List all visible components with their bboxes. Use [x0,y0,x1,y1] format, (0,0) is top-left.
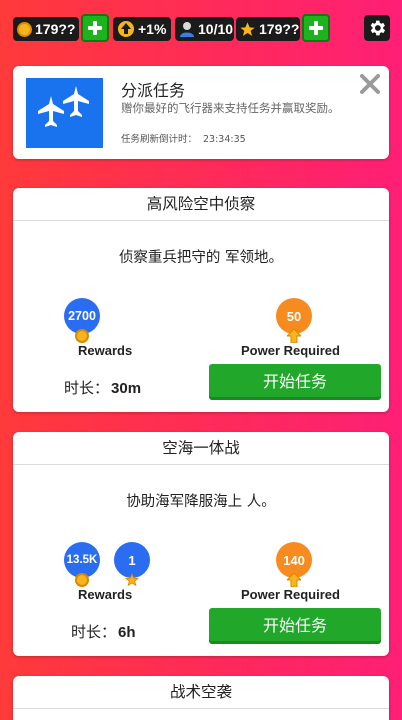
rewards-label: Rewards [78,343,133,358]
duration: 时长： 6h [71,621,136,642]
star-icon [125,573,139,587]
refresh-timer: 任务刷新倒计时： 23:34:35 [121,131,246,145]
stars-value: 179?? [259,21,300,37]
mission-description: 协助海军降服海上 人。 [126,494,276,510]
coin-icon [75,329,89,343]
stars-counter: 179?? [236,17,300,41]
duration-value: 6h [118,624,136,641]
top-resource-bar: 179?? +1% 10/10 179?? [0,0,402,50]
coin-icon [17,21,32,37]
star-icon [240,21,255,36]
mission-card: 高风险空中侦察 侦察重兵把守的 军领地。 2700 Rewards 50 Pow… [13,188,389,412]
coin-icon [75,573,89,587]
power-arrow-icon [287,329,301,343]
mission-card: 战术空袭 [13,676,389,720]
duration-label: 时长： [64,379,110,397]
add-coins-button[interactable] [81,14,109,42]
power-up-icon [118,21,134,37]
jets-thumbnail [26,78,103,148]
add-stars-button[interactable] [302,14,330,42]
mission-description: 侦察重兵把守的 军领地。 [118,250,284,266]
coins-value: 179?? [35,21,76,37]
duration: 时长： 30m [64,377,141,398]
power-required-label: Power Required [241,343,340,358]
mission-title: 高风险空中侦察 [13,188,389,221]
mission-banner: 分派任务 赠你最好的飞行器来支持任务并赢取奖励。 任务刷新倒计时： 23:34:3… [13,66,389,159]
timer-label: 任务刷新倒计时： [121,134,198,145]
pilots-value: 10/10 [198,21,234,37]
settings-button[interactable] [364,15,390,41]
start-mission-button[interactable]: 开始任务 [209,608,381,644]
coins-counter: 179?? [13,17,79,41]
mission-title: 空海一体战 [13,432,389,465]
rewards-label: Rewards [78,587,133,602]
pilot-icon [180,22,194,37]
mission-card: 空海一体战 协助海军降服海上 人。 13.5K 1 Rewards 140 Po… [13,432,389,656]
timer-value: 23:34:35 [203,134,246,145]
power-required-label: Power Required [241,587,340,602]
pilots-counter: 10/10 [175,17,234,41]
close-icon[interactable] [358,72,382,96]
banner-description: 赠你最好的飞行器来支持任务并赢取奖励。 [121,101,340,115]
start-mission-button[interactable]: 开始任务 [209,364,381,400]
power-bonus-value: +1% [138,21,167,37]
fighter-jets-icon [38,86,89,127]
power-arrow-icon [287,573,301,587]
duration-value: 30m [111,380,142,397]
gear-icon [370,20,386,36]
mission-title: 战术空袭 [13,676,389,709]
duration-label: 时长： [71,623,117,641]
banner-title: 分派任务 [121,81,186,100]
power-bonus-counter: +1% [113,17,171,41]
